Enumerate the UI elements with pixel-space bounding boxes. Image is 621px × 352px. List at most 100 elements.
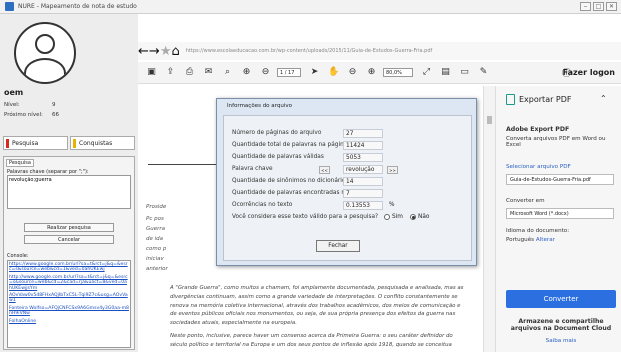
print-icon[interactable]: ⎙ [184, 67, 195, 78]
result-link[interactable]: http://www.google.com.br/url?sa=t&rct=j&… [9, 275, 129, 291]
login-button[interactable]: Fazer logon [563, 68, 615, 77]
scroll-mode-icon[interactable]: ▤ [440, 67, 451, 78]
partial-line: anterior [146, 266, 168, 272]
console-output[interactable]: https://www.google.com.br/url?sa=t&rct=j… [7, 260, 131, 348]
page-up-icon[interactable]: ⊕ [241, 67, 252, 78]
tab-pesquisa-label: Pesquisa [12, 139, 39, 147]
document-scrollbar[interactable] [483, 86, 495, 352]
product-description: Converta arquivos PDF em Word ou Excel [506, 136, 606, 148]
address-bar: ← → ★ ⌂ https://www.escolaeducacao.com.b… [138, 42, 621, 60]
zoom-out-icon[interactable]: ⊖ [347, 67, 358, 78]
search-panel: Pesquisa Palavras chave (separar por ";"… [3, 156, 135, 350]
window-title: NURE - Mapeamento de nota de estudo [18, 3, 137, 10]
info-value: 11424 [343, 141, 383, 150]
next-level-row: Próximo nível: 66 [4, 112, 59, 118]
pesquisa-color-bar [6, 138, 9, 148]
radio-no-dot[interactable] [410, 214, 416, 220]
sign-icon[interactable]: ✎ [478, 67, 489, 78]
url-field[interactable]: https://www.escolaeducacao.com.br/wp-con… [186, 48, 433, 54]
keywords-input[interactable]: revolução;guerra [7, 175, 131, 209]
radio-yes-label: Sim [392, 214, 403, 220]
radio-yes-dot[interactable] [384, 214, 390, 220]
zoom-select[interactable]: 80,0% [383, 68, 413, 77]
next-keyword-button[interactable]: >> [387, 166, 398, 174]
window-controls: ‒ □ ✕ [580, 2, 617, 11]
pdf-toolbar: ▣ ⇪ ⎙ ✉ ⌕ ⊕ ⊖ 1 / 17 ➤ ✋ ⊖ ⊕ 80,0% ⤢ ▤ ▭… [138, 62, 621, 84]
run-search-button[interactable]: Realizar pesquisa [24, 223, 114, 232]
window-titlebar: NURE - Mapeamento de nota de estudo ‒ □ … [0, 0, 621, 14]
radio-no-label: Não [418, 214, 430, 220]
export-pdf-icon [506, 94, 515, 105]
dialog-title: Informações do arquivo [227, 103, 292, 109]
cancel-button[interactable]: Cancelar [24, 235, 114, 244]
username: oem [4, 88, 24, 97]
next-level-label: Próximo nível: [4, 112, 43, 118]
info-label: Quantidade total de palavras na página [232, 142, 348, 148]
partial-line: Pc pos [146, 216, 164, 222]
avatar-body [24, 58, 66, 82]
export-title: Exportar PDF [519, 95, 572, 104]
tab-conquistas[interactable]: Conquistas [70, 136, 135, 150]
percent-sign: % [389, 202, 395, 208]
doc-paragraph: A "Grande Guerra", como muitos a chamam,… [170, 285, 464, 327]
tab-pesquisa[interactable]: Pesquisa [3, 136, 68, 150]
partial-line: Guerra [146, 226, 166, 232]
promo-text: Armazene e compartilhe arquivos na Docum… [510, 318, 612, 332]
learn-more-link[interactable]: Saiba mais [506, 338, 616, 344]
close-window-button[interactable]: ✕ [606, 2, 617, 11]
doc-paragraph: Neste ponto, inclusive, parece haver um … [170, 333, 453, 348]
search-tab[interactable]: Pesquisa [6, 159, 34, 167]
star-icon[interactable]: ★ [160, 44, 172, 59]
language-row: Português Alterar [506, 237, 616, 243]
close-dialog-button[interactable]: Fechar [316, 240, 360, 252]
partial-line: como p [146, 246, 167, 252]
select-file-link[interactable]: Selecionar arquivo PDF [506, 164, 616, 170]
comment-icon[interactable]: ▭ [459, 67, 470, 78]
select-cursor-icon[interactable]: ➤ [309, 67, 320, 78]
radio-no[interactable]: Não [410, 214, 429, 220]
app-icon [5, 2, 14, 11]
save-icon[interactable]: ▣ [146, 67, 157, 78]
keyword-value: revolução [343, 165, 383, 174]
scroll-thumb[interactable] [487, 116, 492, 124]
language-value: Português [506, 237, 535, 243]
language-label: Idioma do documento: [506, 228, 570, 234]
tab-conquistas-label: Conquistas [79, 139, 113, 147]
change-language-link[interactable]: Alterar [536, 237, 555, 243]
partial-line: de ida [146, 236, 164, 242]
fit-page-icon[interactable]: ⤢ [421, 67, 432, 78]
prev-keyword-button[interactable]: << [319, 166, 330, 174]
convert-to-label: Converter em [506, 198, 545, 204]
hand-tool-icon[interactable]: ✋ [328, 67, 339, 78]
product-name: Adobe Export PDF [506, 126, 570, 133]
format-select[interactable]: Microsoft Word (*.docx) [506, 208, 614, 219]
page-number-field[interactable]: 1 / 17 [277, 68, 301, 77]
radio-yes[interactable]: Sim [384, 214, 403, 220]
info-value: 27 [343, 129, 383, 138]
level-value: 9 [52, 102, 56, 108]
forward-icon[interactable]: → [149, 44, 160, 59]
avatar-head [35, 34, 55, 54]
collapse-icon[interactable]: ⌃ [600, 94, 607, 103]
page-down-icon[interactable]: ⊖ [260, 67, 271, 78]
email-icon[interactable]: ✉ [203, 67, 214, 78]
selected-file[interactable]: Guia-de-Estudos-Guerra-Fria.pdf [506, 174, 614, 185]
maximize-button[interactable]: □ [593, 2, 604, 11]
result-link[interactable]: AOvVaw0v5d8FHxAQjIbTxC5L-Tqi9Z7c&usg=AOv… [9, 293, 129, 304]
result-link[interactable]: https://www.google.com.br/url?sa=t&rct=j… [9, 262, 129, 273]
search-icon[interactable]: ⌕ [222, 67, 233, 78]
convert-button[interactable]: Converter [506, 290, 616, 308]
upload-icon[interactable]: ⇪ [165, 67, 176, 78]
minimize-button[interactable]: ‒ [580, 2, 591, 11]
next-level-value: 66 [52, 112, 59, 118]
info-label: Número de páginas do arquivo [232, 130, 322, 136]
info-value: 14 [343, 177, 383, 186]
back-icon[interactable]: ← [138, 44, 149, 59]
result-link[interactable]: FolhaOnline [9, 319, 129, 324]
home-icon[interactable]: ⌂ [171, 44, 179, 59]
result-link[interactable]: Fonteira Wolfso=AFQjCNFCSx9A6Gmsv4y3G0aa… [9, 306, 129, 317]
file-info-dialog: Informações do arquivo Número de páginas… [216, 98, 477, 266]
export-header[interactable]: Exportar PDF ⌃ [506, 94, 607, 105]
zoom-in-icon[interactable]: ⊕ [366, 67, 377, 78]
mode-tabs: Pesquisa Conquistas [3, 136, 135, 150]
